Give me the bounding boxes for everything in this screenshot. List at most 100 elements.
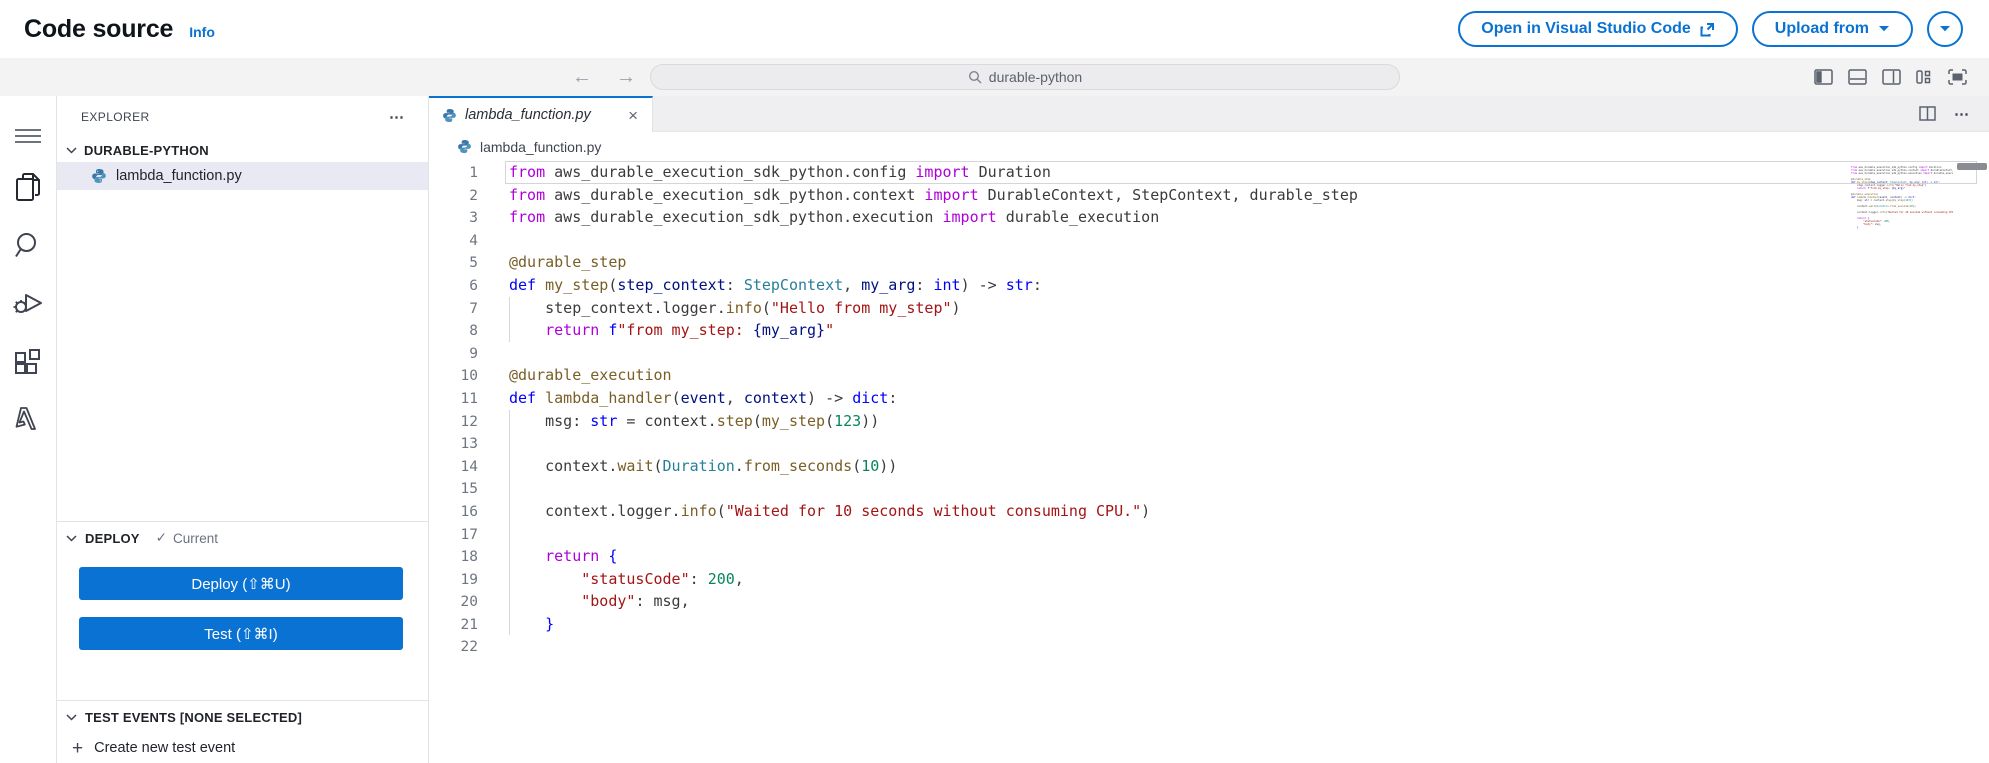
customize-layout-icon[interactable] bbox=[1916, 69, 1933, 85]
toggle-secondary-sidebar-icon[interactable] bbox=[1882, 69, 1901, 85]
editor-tab-bar: lambda_function.py × ⋯ bbox=[429, 96, 1989, 132]
code-line[interactable]: 2 from aws_durable_execution_sdk_python.c… bbox=[429, 184, 1989, 207]
toggle-panel-icon[interactable] bbox=[1848, 69, 1867, 85]
create-test-event-button[interactable]: + Create new test event bbox=[57, 733, 428, 763]
line-number: 2 bbox=[469, 187, 478, 204]
more-code-actions-button[interactable] bbox=[1927, 11, 1963, 47]
line-number: 12 bbox=[460, 413, 478, 430]
menu-button[interactable] bbox=[0, 114, 56, 158]
lambda-code-source-page: Code source Info Open in Visual Studio C… bbox=[0, 0, 1989, 763]
line-number: 14 bbox=[460, 458, 478, 475]
explorer-sidebar: EXPLORER ⋯ DURABLE-PYTHON lambda_functio… bbox=[57, 96, 429, 763]
editor-pane: lambda_function.py × ⋯ lambda_function.p… bbox=[429, 96, 1989, 763]
close-icon[interactable]: × bbox=[624, 105, 642, 126]
toggle-primary-sidebar-icon[interactable] bbox=[1814, 69, 1833, 85]
minimap-line: from aws_durable_execution_sdk_python.ex… bbox=[1851, 172, 1953, 175]
breadcrumb[interactable]: lambda_function.py bbox=[429, 132, 1989, 161]
code-lines: 1 from aws_durable_execution_sdk_python.c… bbox=[429, 161, 1989, 658]
fullscreen-icon[interactable] bbox=[1948, 69, 1967, 85]
forward-arrow-icon[interactable]: → bbox=[616, 66, 636, 89]
info-link[interactable]: Info bbox=[189, 24, 215, 40]
page-header: Code source Info Open in Visual Studio C… bbox=[0, 0, 1989, 58]
back-arrow-icon[interactable]: ← bbox=[572, 66, 592, 89]
line-number: 22 bbox=[460, 639, 478, 656]
code-line[interactable]: 9 bbox=[429, 342, 1989, 365]
tab-lambda-function[interactable]: lambda_function.py × bbox=[429, 96, 653, 132]
test-events-section-header[interactable]: TEST EVENTS [NONE SELECTED] bbox=[57, 701, 428, 733]
run-debug-view-button[interactable] bbox=[0, 274, 56, 332]
python-icon bbox=[91, 168, 107, 184]
aws-lambda-view-button[interactable] bbox=[0, 390, 56, 448]
folder-label: DURABLE-PYTHON bbox=[84, 142, 209, 158]
code-line[interactable]: 4 bbox=[429, 229, 1989, 252]
more-actions-icon[interactable]: ⋯ bbox=[389, 108, 406, 126]
code-line[interactable]: 16 context.logger.info("Waited for 10 se… bbox=[429, 499, 1989, 523]
files-icon bbox=[14, 172, 42, 202]
line-number: 10 bbox=[460, 368, 478, 385]
line-number: 7 bbox=[469, 300, 478, 317]
code-line[interactable]: 17 bbox=[429, 522, 1989, 546]
line-number: 18 bbox=[460, 549, 478, 566]
code-line[interactable]: 11 def lambda_handler(event, context) -> … bbox=[429, 387, 1989, 410]
deploy-section-label: DEPLOY bbox=[85, 530, 140, 546]
code-line[interactable]: 7 step_context.logger.info("Hello from m… bbox=[429, 296, 1989, 320]
code-line[interactable]: 12 msg: str = context.step(my_step(123)) bbox=[429, 409, 1989, 433]
activity-bar bbox=[0, 96, 57, 763]
search-value: durable-python bbox=[988, 69, 1083, 85]
line-number: 17 bbox=[460, 526, 478, 543]
command-center-search[interactable]: durable-python bbox=[650, 64, 1400, 90]
code-line[interactable]: 8 return f"from my_step: {my_arg}" bbox=[429, 319, 1989, 342]
caret-down-icon bbox=[1878, 25, 1890, 33]
upload-from-label: Upload from bbox=[1774, 20, 1869, 37]
page-title: Code source bbox=[24, 14, 174, 43]
folder-durable-python[interactable]: DURABLE-PYTHON bbox=[57, 138, 428, 162]
line-number: 6 bbox=[469, 277, 478, 294]
extensions-icon bbox=[14, 347, 42, 375]
file-label: lambda_function.py bbox=[116, 168, 242, 184]
upload-from-button[interactable]: Upload from bbox=[1751, 11, 1913, 47]
code-line[interactable]: 22 bbox=[429, 635, 1989, 658]
code-line[interactable]: 21 } bbox=[429, 612, 1989, 636]
deploy-button[interactable]: Deploy (⇧⌘U) bbox=[79, 567, 403, 600]
code-line[interactable]: 19 "statusCode": 200, bbox=[429, 567, 1989, 591]
code-editor[interactable]: 1 from aws_durable_execution_sdk_python.c… bbox=[429, 161, 1989, 763]
search-view-button[interactable] bbox=[0, 216, 56, 274]
code-line[interactable]: 5 @durable_step bbox=[429, 251, 1989, 274]
code-line[interactable]: 6 def my_step(step_context: StepContext, … bbox=[429, 274, 1989, 297]
line-number: 3 bbox=[469, 210, 478, 227]
line-number: 19 bbox=[460, 571, 478, 588]
code-line[interactable]: 1 from aws_durable_execution_sdk_python.c… bbox=[429, 161, 1989, 184]
code-line[interactable]: 18 return { bbox=[429, 545, 1989, 568]
scrollbar-thumb[interactable] bbox=[1957, 163, 1987, 170]
code-line[interactable]: 13 bbox=[429, 432, 1989, 455]
chevron-down-icon bbox=[66, 534, 77, 542]
code-line[interactable]: 20 "body": msg, bbox=[429, 590, 1989, 613]
extensions-view-button[interactable] bbox=[0, 332, 56, 390]
line-number: 20 bbox=[460, 594, 478, 611]
line-number: 9 bbox=[469, 345, 478, 362]
deploy-section-header[interactable]: DEPLOY ✓ Current bbox=[57, 522, 428, 554]
code-line[interactable]: 10 @durable_execution bbox=[429, 364, 1989, 387]
explorer-view-button[interactable] bbox=[0, 158, 56, 216]
editor-toolbar: ← → durable-python bbox=[0, 58, 1989, 96]
line-number: 11 bbox=[460, 390, 478, 407]
line-number: 4 bbox=[469, 232, 478, 249]
create-test-event-label: Create new test event bbox=[94, 740, 236, 756]
code-line[interactable]: 14 context.wait(Duration.from_seconds(10… bbox=[429, 454, 1989, 478]
file-lambda-function[interactable]: lambda_function.py bbox=[57, 162, 428, 190]
deploy-status-label: Current bbox=[172, 530, 218, 546]
run-debug-icon bbox=[13, 289, 43, 317]
test-button[interactable]: Test (⇧⌘I) bbox=[79, 617, 403, 650]
code-line[interactable]: 3 from aws_durable_execution_sdk_python.e… bbox=[429, 206, 1989, 229]
minimap[interactable]: from aws_durable_execution_sdk_python.co… bbox=[1851, 166, 1953, 232]
open-in-vscode-button[interactable]: Open in Visual Studio Code bbox=[1458, 11, 1738, 47]
chevron-down-icon bbox=[66, 146, 77, 154]
code-line[interactable]: 15 bbox=[429, 477, 1989, 500]
split-editor-icon[interactable] bbox=[1919, 106, 1936, 121]
chevron-down-icon bbox=[66, 713, 77, 721]
line-number: 13 bbox=[460, 436, 478, 453]
header-actions: Open in Visual Studio Code Upload from bbox=[1458, 11, 1963, 47]
aws-lambda-icon bbox=[15, 405, 41, 433]
search-icon bbox=[968, 70, 982, 84]
more-actions-icon[interactable]: ⋯ bbox=[1954, 105, 1971, 123]
